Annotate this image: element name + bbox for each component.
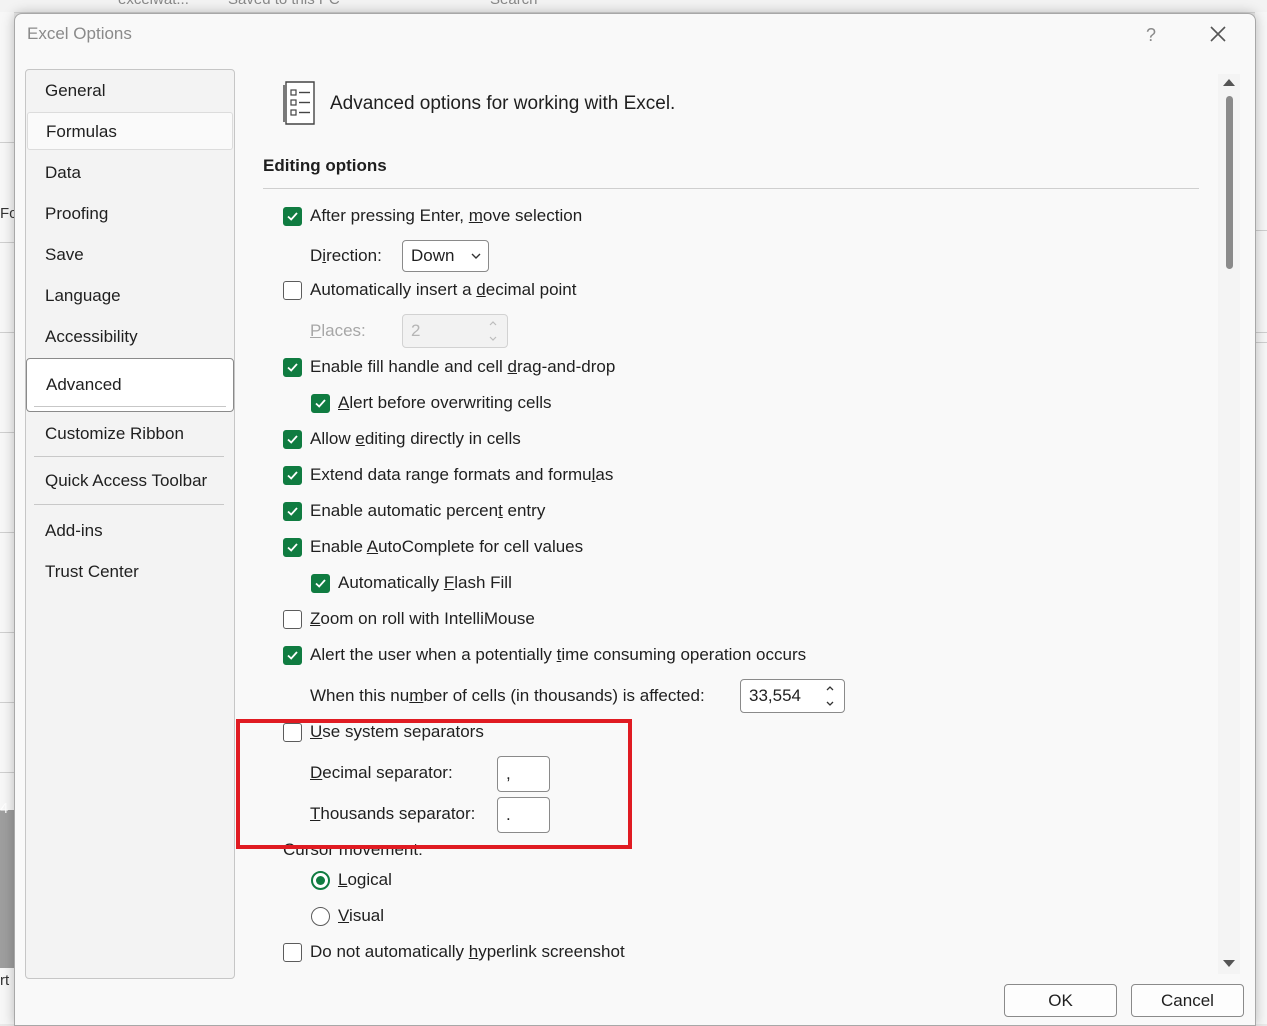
check-icon [315, 579, 326, 588]
nav-item-data[interactable]: Data [26, 154, 234, 192]
label-percent-entry: Enable automatic percent entry [310, 501, 546, 520]
checkbox-alert-time[interactable] [283, 646, 302, 665]
checkbox-extend-range[interactable] [283, 466, 302, 485]
background-saved-status: Saved to this PC [228, 0, 340, 8]
label-decimal-point: Automatically insert a decimal point [310, 280, 577, 299]
nav-item-accessibility[interactable]: Accessibility [26, 318, 234, 356]
check-icon [315, 399, 326, 408]
direction-dropdown[interactable]: Down [402, 240, 489, 272]
cancel-button[interactable]: Cancel [1131, 984, 1244, 1017]
nav-item-formulas[interactable]: Formulas [27, 112, 233, 150]
nav-item-add-ins[interactable]: Add-ins [26, 512, 234, 550]
checkbox-fill-handle[interactable] [283, 358, 302, 377]
label-flash-fill: Automatically Flash Fill [338, 573, 512, 592]
help-button[interactable]: ? [1139, 22, 1163, 48]
check-icon [287, 435, 298, 444]
label-alert-time: Alert the user when a potentially time c… [310, 645, 807, 664]
nav-item-advanced[interactable]: Advanced [26, 358, 234, 412]
check-icon [287, 543, 298, 552]
check-icon [287, 471, 298, 480]
page-title: Advanced options for working with Excel. [330, 93, 676, 114]
places-spinner[interactable]: 2 [402, 314, 508, 348]
background-fragment: rt [0, 972, 10, 989]
label-extend-range: Extend data range formats and formulas [310, 465, 614, 484]
label-alert-overwrite: Alert before overwriting cells [338, 393, 552, 412]
label-cells-affected: When this number of cells (in thousands)… [310, 686, 705, 705]
check-icon [287, 651, 298, 660]
dialog-title: Excel Options [27, 24, 132, 43]
nav-item-proofing[interactable]: Proofing [26, 195, 234, 233]
label-edit-in-cells: Allow editing directly in cells [310, 429, 521, 448]
cells-affected-spinner[interactable]: 33,554 [740, 679, 845, 713]
cells-affected-value: 33,554 [749, 686, 801, 705]
checkbox-move-selection[interactable] [283, 207, 302, 226]
label-places: Places: [310, 321, 366, 340]
nav-item-customize-ribbon[interactable]: Customize Ribbon [26, 415, 234, 453]
highlight-box [236, 719, 632, 849]
label-logical: Logical [338, 870, 392, 889]
nav-separator [34, 456, 224, 457]
check-icon [287, 507, 298, 516]
vertical-scrollbar[interactable] [1218, 74, 1240, 974]
chevron-down-icon [471, 253, 481, 259]
checkbox-alert-overwrite[interactable] [311, 394, 330, 413]
background-title-bar: excelwat... Saved to this PC Search [0, 0, 1267, 13]
background-left-strip: Fo 4 rt [0, 12, 18, 1024]
direction-value: Down [411, 246, 455, 265]
checkbox-flash-fill[interactable] [311, 574, 330, 593]
nav-item-quick-access-toolbar[interactable]: Quick Access Toolbar [26, 462, 234, 500]
scroll-down-arrow-icon[interactable] [1221, 956, 1237, 972]
options-page-icon [283, 81, 315, 125]
scroll-up-arrow-icon[interactable] [1221, 74, 1237, 90]
nav-item-general[interactable]: General [26, 72, 234, 110]
ok-button[interactable]: OK [1004, 984, 1117, 1017]
background-fragment: 4 [0, 800, 9, 817]
label-autocomplete: Enable AutoComplete for cell values [310, 537, 584, 556]
background-dark-cell [0, 810, 14, 968]
section-divider [263, 188, 1199, 189]
radio-visual[interactable] [311, 907, 330, 926]
checkbox-edit-in-cells[interactable] [283, 430, 302, 449]
background-search: Search [490, 0, 538, 8]
background-right-strip [1255, 12, 1267, 1024]
check-icon [287, 363, 298, 372]
nav-item-language[interactable]: Language [26, 277, 234, 315]
background-filename: excelwat... [118, 0, 189, 8]
close-icon [1210, 26, 1226, 42]
options-nav: General Formulas Data Proofing Save Lang… [25, 69, 235, 979]
spinner-arrows-icon [489, 321, 497, 341]
label-direction: Direction: [310, 246, 382, 265]
checkbox-decimal-point[interactable] [283, 281, 302, 300]
check-icon [287, 212, 298, 221]
checkbox-percent-entry[interactable] [283, 502, 302, 521]
section-title-editing: Editing options [263, 156, 387, 175]
checkbox-no-hyperlink[interactable] [283, 943, 302, 962]
excel-options-dialog: Excel Options ? General Formulas Data Pr… [14, 13, 1256, 1026]
close-button[interactable] [1203, 22, 1233, 48]
label-fill-handle: Enable fill handle and cell drag-and-dro… [310, 357, 616, 376]
label-move-selection: After pressing Enter, move selection [310, 206, 583, 225]
nav-separator [34, 504, 224, 505]
checkbox-zoom-roll[interactable] [283, 610, 302, 629]
spinner-arrows-icon [826, 686, 834, 706]
scrollbar-thumb[interactable] [1226, 96, 1233, 269]
checkbox-autocomplete[interactable] [283, 538, 302, 557]
places-value: 2 [411, 321, 421, 340]
nav-item-advanced-label: Advanced [46, 375, 122, 394]
label-visual: Visual [338, 906, 385, 925]
nav-item-save[interactable]: Save [26, 236, 234, 274]
radio-logical[interactable] [311, 871, 330, 890]
label-no-hyperlink: Do not automatically hyperlink screensho… [310, 942, 625, 961]
label-zoom-roll: Zoom on roll with IntelliMouse [310, 609, 535, 628]
nav-item-trust-center[interactable]: Trust Center [26, 553, 234, 591]
